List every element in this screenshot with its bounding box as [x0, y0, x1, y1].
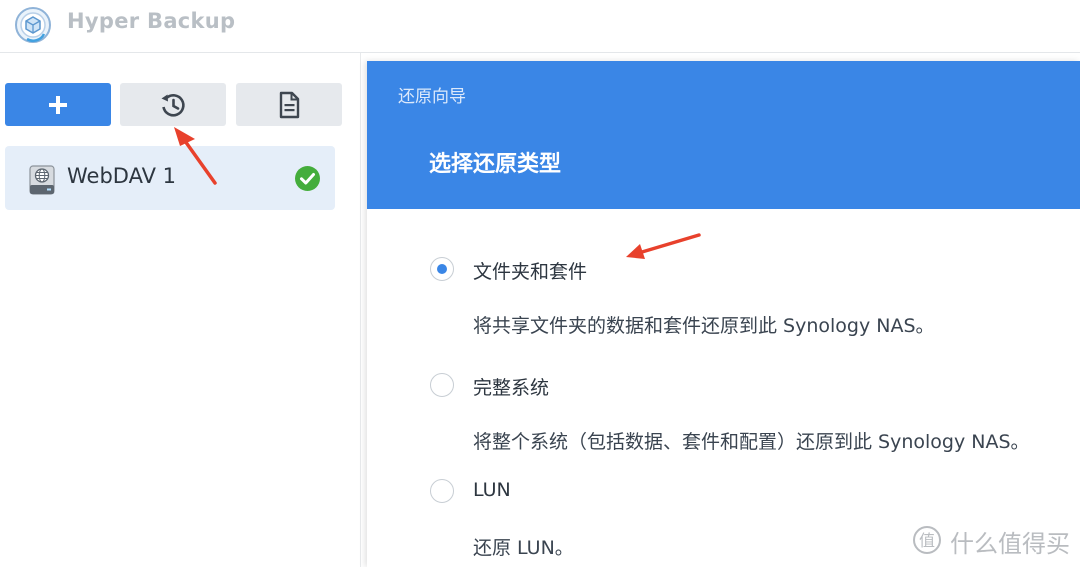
task-item-webdav-1[interactable]: WebDAV 1: [5, 146, 335, 210]
option-description: 将共享文件夹的数据和套件还原到此 Synology NAS。: [473, 315, 935, 337]
hyper-backup-logo-icon: [15, 7, 51, 43]
option-description: 还原 LUN。: [473, 537, 574, 559]
wizard-header: 还原向导 选择还原类型: [367, 61, 1080, 209]
success-check-icon: [295, 166, 320, 191]
plus-icon: [49, 95, 67, 114]
option-description: 将整个系统（包括数据、套件和配置）还原到此 Synology NAS。: [473, 431, 1030, 453]
webdav-drive-icon: [29, 165, 55, 195]
wizard-heading: 选择还原类型: [429, 152, 562, 177]
watermark-text: 什么值得买: [950, 530, 1070, 558]
radio-folders-and-packages[interactable]: [430, 257, 454, 281]
restore-wizard-dialog: 还原向导 选择还原类型 文件夹和套件 将共享文件夹的数据和套件还原到此 Syno…: [367, 61, 1080, 567]
watermark-logo-icon: 值: [913, 526, 941, 554]
task-list-panel: WebDAV 1: [0, 53, 361, 567]
task-label: WebDAV 1: [67, 164, 177, 188]
document-log-icon: [279, 91, 300, 118]
app-title: Hyper Backup: [67, 9, 236, 33]
title-bar: Hyper Backup: [0, 0, 1080, 53]
option-label[interactable]: LUN: [473, 479, 511, 501]
option-label[interactable]: 完整系统: [473, 373, 549, 400]
radio-full-system[interactable]: [430, 373, 454, 397]
radio-lun[interactable]: [430, 479, 454, 503]
option-label[interactable]: 文件夹和套件: [473, 257, 587, 284]
backup-log-button[interactable]: [236, 83, 342, 126]
restore-history-icon: [161, 93, 185, 117]
wizard-caption: 还原向导: [398, 87, 466, 107]
svg-text:值: 值: [919, 531, 935, 550]
add-task-button[interactable]: [5, 83, 111, 126]
restore-button[interactable]: [120, 83, 226, 126]
